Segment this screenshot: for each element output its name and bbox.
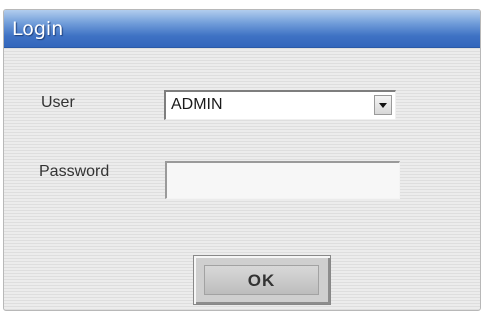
chevron-down-icon[interactable] — [374, 95, 392, 115]
title-bar[interactable]: Login — [4, 10, 480, 48]
user-select[interactable]: ADMIN — [164, 90, 396, 120]
window-title: Login — [12, 18, 64, 40]
password-field[interactable] — [165, 161, 400, 199]
ok-button[interactable]: OK — [193, 255, 331, 305]
user-label: User — [41, 94, 75, 111]
ok-button-face[interactable]: OK — [204, 265, 319, 295]
ok-button-label: OK — [247, 271, 276, 290]
user-select-value: ADMIN — [171, 96, 223, 113]
password-label: Password — [39, 163, 110, 180]
login-dialog: Login User ADMIN Password OK — [3, 9, 481, 311]
